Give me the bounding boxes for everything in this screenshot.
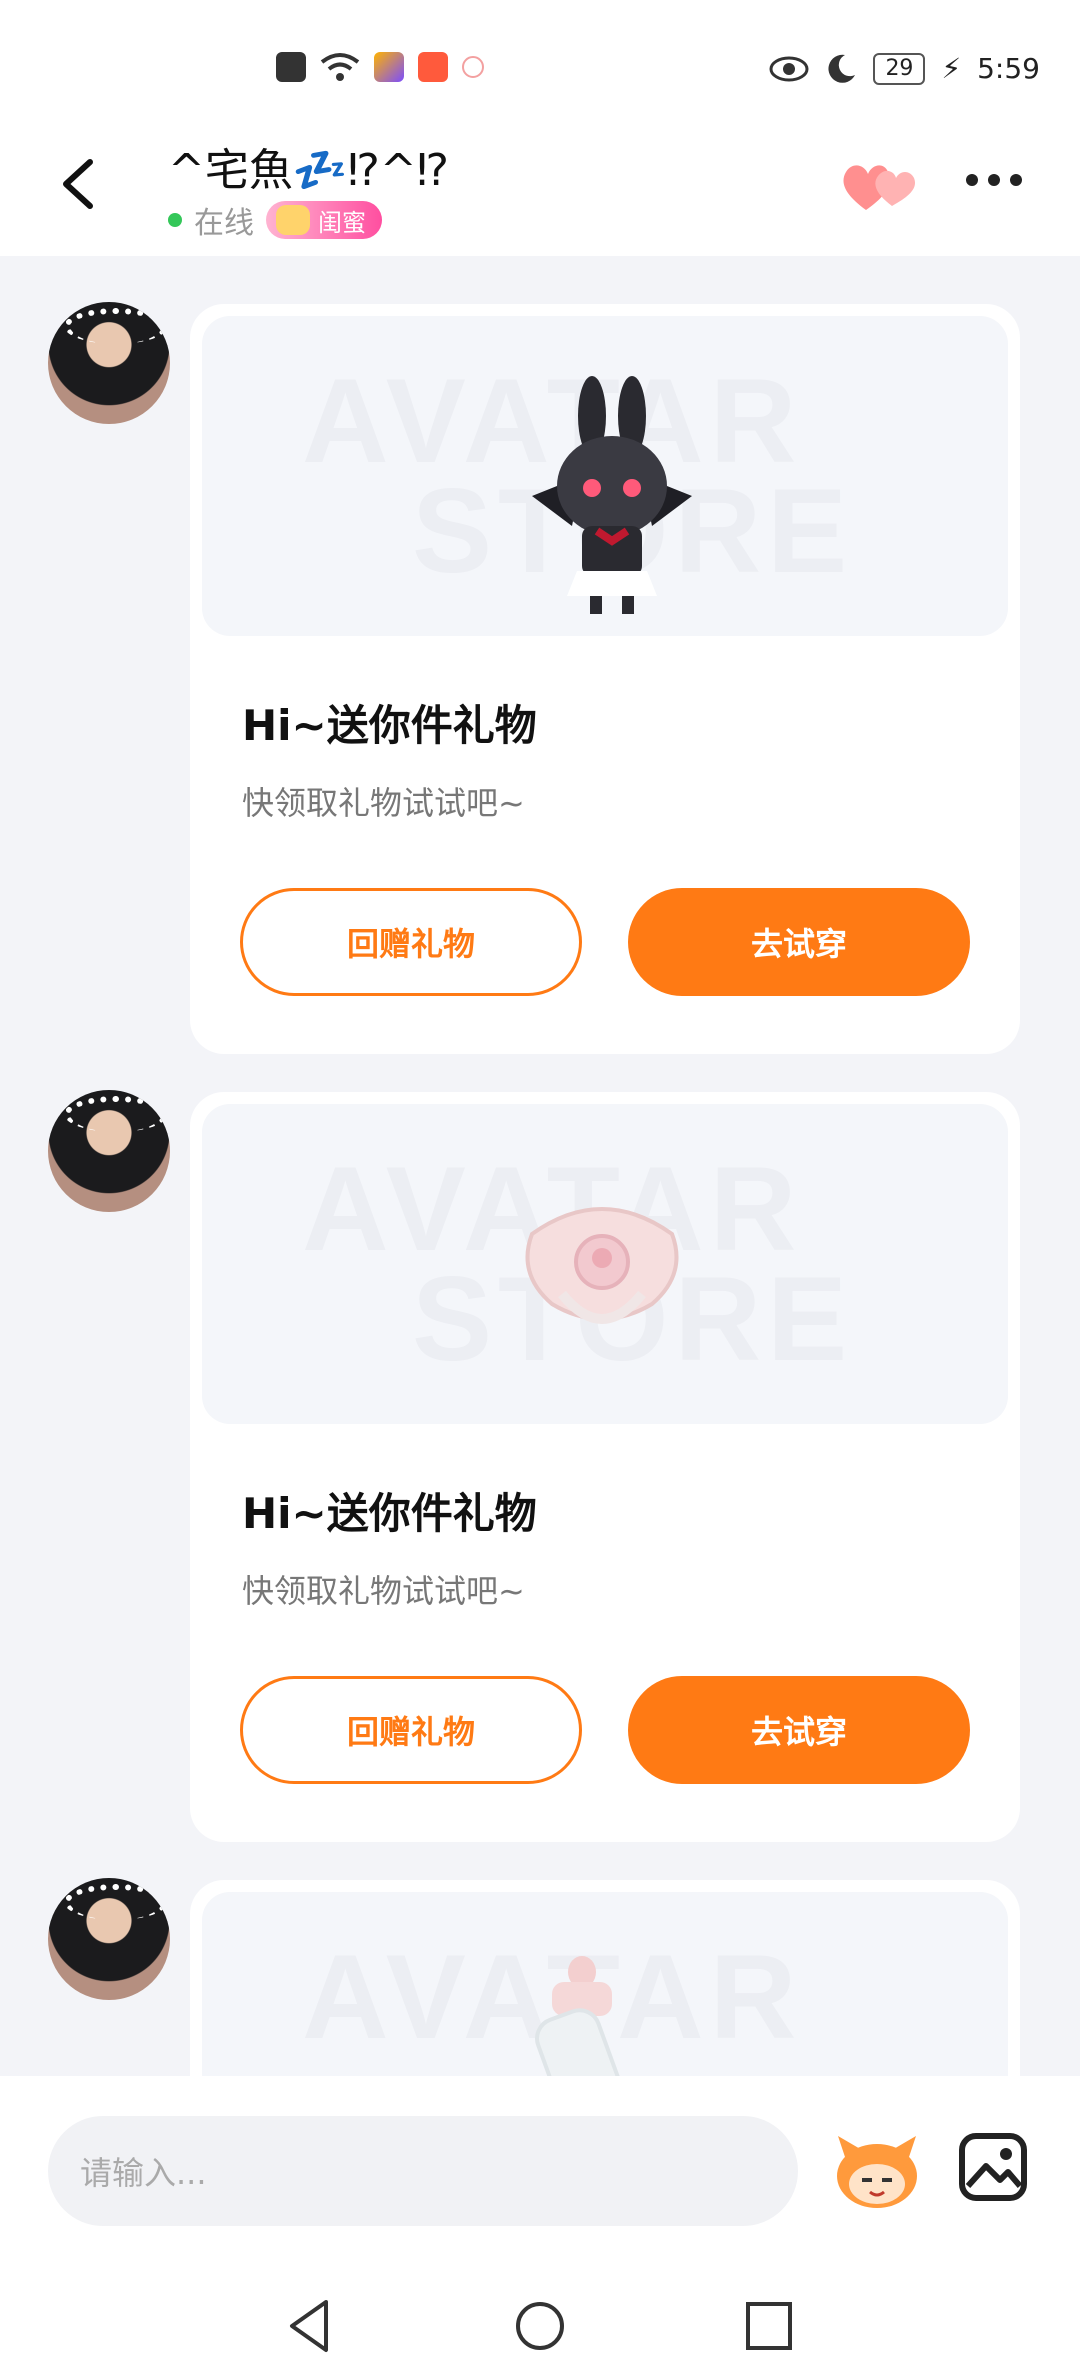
moon-icon [828, 54, 856, 83]
more-options-icon[interactable] [966, 174, 1022, 186]
sender-avatar[interactable] [48, 1090, 170, 1212]
nav-recents-icon[interactable] [744, 2296, 794, 2356]
online-label: 在线 [194, 206, 254, 241]
nav-home-icon[interactable] [512, 2296, 568, 2356]
nav-back-icon[interactable] [284, 2296, 334, 2356]
gift-preview[interactable]: AVATAR STORE [202, 316, 1008, 636]
emoji-mascot-icon[interactable] [832, 2130, 922, 2210]
gift-message-card: AVATAR [190, 1880, 1020, 2076]
gift-subtitle: 快领取礼物试试吧~ [242, 1572, 525, 1610]
gift-title: Hi~送你件礼物 [242, 701, 537, 750]
gift-title: Hi~送你件礼物 [242, 1489, 537, 1538]
contact-name: ^宅魚💤⁉^⁉ [168, 145, 450, 196]
gift-message-card: AVATAR STORE Hi~送你件礼物 快领取礼物试试吧~ 回赠礼物 去试穿 [190, 304, 1020, 1054]
wifi-icon [320, 53, 360, 81]
alert-icon [276, 52, 306, 82]
app-notification-icon [374, 52, 404, 82]
badge-emoji-icon [276, 205, 310, 235]
pacifier-icon [525, 1207, 679, 1324]
charging-icon: ⚡ [941, 52, 962, 85]
hearts-icon[interactable] [840, 160, 920, 216]
try-on-button[interactable]: 去试穿 [628, 1676, 970, 1784]
back-arrow-icon[interactable] [56, 156, 102, 212]
message-input-placeholder: 请输入... [80, 2154, 207, 2192]
clock: 5:59 [977, 52, 1040, 85]
online-dot [168, 213, 182, 227]
message-input[interactable]: 请输入... [48, 2116, 798, 2226]
chat-header: ^宅魚💤⁉^⁉ 在线 闺蜜 [0, 120, 1080, 256]
eye-icon [769, 56, 809, 81]
sender-avatar[interactable] [48, 1878, 170, 2000]
gift-subtitle: 快领取礼物试试吧~ [242, 784, 525, 822]
try-on-button[interactable]: 去试穿 [628, 888, 970, 996]
online-status: 在线 闺蜜 [168, 198, 382, 242]
fingerprint-icon [462, 56, 484, 78]
relationship-label: 闺蜜 [318, 208, 366, 237]
baby-bottle-icon [535, 1956, 629, 2076]
gift-message-card: AVATAR STORE Hi~送你件礼物 快领取礼物试试吧~ 回赠礼物 去试穿 [190, 1092, 1020, 1842]
game-notification-icon [418, 52, 448, 82]
bottom-bar: 请输入... [0, 2076, 1080, 2376]
gift-preview[interactable]: AVATAR [202, 1892, 1008, 2076]
bunny-doll-icon [532, 376, 692, 614]
battery-level: 29 [873, 52, 926, 85]
status-left-icons [276, 52, 484, 82]
sender-avatar[interactable] [48, 302, 170, 424]
return-gift-button[interactable]: 回赠礼物 [240, 1676, 582, 1784]
return-gift-button[interactable]: 回赠礼物 [240, 888, 582, 996]
status-bar: 29 ⚡ 5:59 [0, 0, 1080, 120]
gift-preview[interactable]: AVATAR STORE [202, 1104, 1008, 1424]
status-right-icons: 29 ⚡ 5:59 [769, 52, 1040, 85]
image-picker-icon[interactable] [958, 2132, 1028, 2202]
relationship-badge: 闺蜜 [266, 201, 382, 239]
